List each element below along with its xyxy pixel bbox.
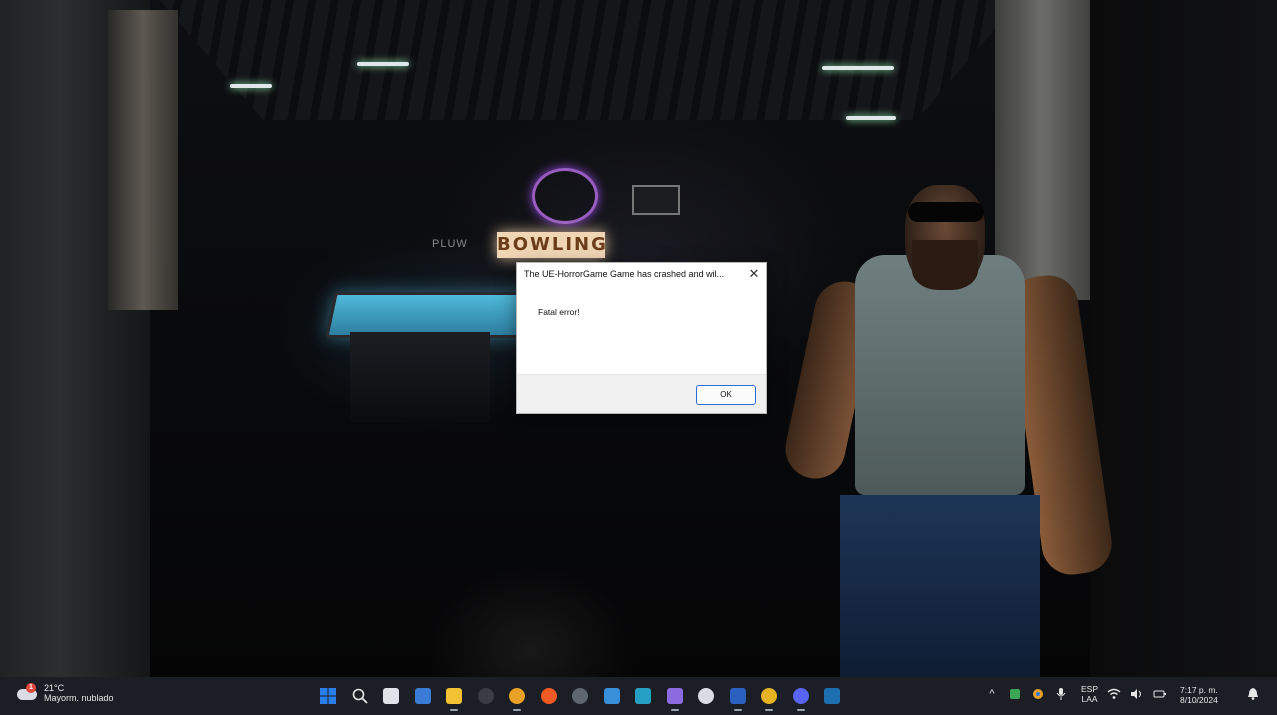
ceiling-light: [230, 84, 272, 88]
search-button[interactable]: [348, 684, 372, 708]
paint-icon: [635, 688, 651, 704]
word-icon: [729, 688, 746, 704]
epic-games-icon: [698, 688, 714, 704]
air-hockey-table-base: [350, 332, 490, 422]
chrome-icon: [509, 688, 525, 704]
task-view-button[interactable]: [379, 684, 403, 708]
volume-graphic: [1131, 689, 1142, 699]
windows-logo-icon: [320, 688, 336, 704]
language-line1: ESP: [1081, 684, 1099, 694]
ceiling-light: [846, 116, 896, 120]
battery-graphic: [1153, 690, 1167, 698]
crash-dialog: The UE-HorrorGame Game has crashed and w…: [516, 262, 767, 414]
widgets-app[interactable]: [411, 684, 435, 708]
left-pillar: [108, 10, 178, 310]
language-line2: LAA: [1081, 694, 1098, 704]
notepad-icon: [603, 688, 620, 704]
game-character-icon: [761, 688, 777, 704]
microphone-graphic: [1056, 688, 1066, 700]
capture-app[interactable]: [663, 684, 687, 711]
capture-icon: [666, 688, 683, 704]
notepad-app[interactable]: [600, 684, 624, 708]
steam-app[interactable]: [820, 684, 844, 708]
chrome-app[interactable]: [505, 684, 529, 711]
file-explorer-app[interactable]: [442, 684, 466, 711]
search-icon: [351, 688, 368, 704]
system-tray: ^ ESP LAA: [985, 684, 1167, 704]
folder-icon: [446, 688, 462, 704]
game-app[interactable]: [757, 684, 781, 711]
language-indicator[interactable]: ESP LAA: [1081, 684, 1098, 704]
task-view-icon: [383, 688, 399, 704]
ceiling-light: [822, 66, 894, 70]
calendar-app-icon: [414, 688, 431, 704]
clock[interactable]: 7:17 p. m. 8/10/2024: [1180, 685, 1218, 705]
right-wall: [1090, 0, 1277, 677]
dialog-title: The UE-HorrorGame Game has crashed and w…: [524, 269, 725, 279]
wifi-icon[interactable]: [1107, 687, 1121, 701]
bowling-neon-sign: [532, 168, 598, 224]
volume-icon[interactable]: [1130, 687, 1144, 701]
wifi-graphic: [1107, 688, 1121, 699]
word-app[interactable]: [726, 684, 750, 711]
discord-icon: [792, 688, 809, 704]
basketball-hoop: [632, 185, 680, 215]
dialog-message: Fatal error!: [538, 307, 580, 317]
notification-bell-icon[interactable]: [1248, 688, 1258, 703]
brave-app[interactable]: [537, 684, 561, 708]
character-sunglasses: [908, 202, 984, 222]
search-graphic: [352, 688, 368, 704]
dialog-footer: OK: [517, 374, 766, 413]
discord-app[interactable]: [789, 684, 813, 711]
tray-app-icon[interactable]: [1008, 687, 1022, 701]
bowling-sign: BOWLING: [497, 232, 606, 258]
start-button[interactable]: [316, 684, 340, 708]
close-icon[interactable]: ✕: [742, 263, 766, 285]
battery-icon[interactable]: [1153, 687, 1167, 701]
sign-partial-text: PLUW: [432, 238, 468, 250]
weather-condition: Mayorm. nublado: [44, 693, 114, 703]
chevron-up-icon[interactable]: ^: [985, 687, 999, 701]
obs-icon: [477, 688, 494, 704]
cloud-icon: 1: [17, 683, 39, 703]
dialog-titlebar[interactable]: The UE-HorrorGame Game has crashed and w…: [517, 263, 766, 285]
character-shirt: [855, 255, 1025, 495]
brave-icon: [540, 688, 557, 704]
bell-graphic: [1248, 688, 1258, 700]
clock-time: 7:17 p. m.: [1180, 685, 1218, 695]
tray-chrome-graphic: [1033, 689, 1043, 699]
unreal-icon: [572, 688, 588, 704]
microphone-icon[interactable]: [1054, 687, 1068, 701]
ok-button[interactable]: OK: [696, 385, 756, 405]
clock-date: 8/10/2024: [1180, 695, 1218, 705]
game-character: [779, 160, 1116, 677]
windows-logo-graphic: [320, 688, 336, 704]
character-beard: [912, 240, 978, 290]
character-jeans: [840, 495, 1040, 677]
weather-temperature: 21°C: [44, 683, 65, 693]
weather-widget[interactable]: 1 21°C Mayorm. nublado: [17, 683, 114, 703]
obs-app[interactable]: [474, 684, 498, 708]
tray-app-icon-graphic: [1010, 689, 1020, 699]
taskbar: 1 21°C Mayorm. nublado ^ ESP LAA 7:17 p.…: [0, 677, 1277, 715]
taskbar-apps: [316, 684, 844, 711]
ceiling: [160, 0, 1020, 120]
epic-app[interactable]: [694, 684, 718, 708]
paint-app[interactable]: [631, 684, 655, 708]
steam-icon: [824, 688, 840, 704]
weather-text: 21°C Mayorm. nublado: [44, 683, 114, 703]
unreal-app[interactable]: [568, 684, 592, 708]
ceiling-light: [357, 62, 409, 66]
tray-chrome-icon[interactable]: [1031, 687, 1045, 701]
notification-badge: 1: [26, 683, 36, 693]
